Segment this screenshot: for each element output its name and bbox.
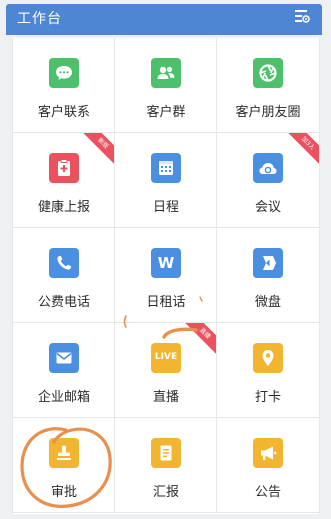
stamp-icon bbox=[49, 438, 79, 468]
app-label: 客户朋友圈 bbox=[235, 105, 301, 120]
app-customer-group[interactable]: 客户群 bbox=[115, 38, 217, 133]
phone-icon bbox=[49, 248, 79, 278]
app-drive[interactable]: 微盘 bbox=[217, 228, 319, 323]
app-grid: 客户联系 客户群 客户朋友圈 新版 健康上报 日程 加3人 会议 公费电话 W … bbox=[12, 38, 320, 514]
megaphone-icon bbox=[253, 438, 283, 468]
app-label: 客户联系 bbox=[37, 105, 90, 120]
app-announcement[interactable]: 公告 bbox=[217, 418, 319, 513]
group-icon bbox=[151, 58, 181, 88]
app-schedule[interactable]: 日程 bbox=[115, 133, 217, 228]
app-health-report[interactable]: 新版 健康上报 bbox=[13, 133, 115, 228]
report-doc-icon bbox=[151, 438, 181, 468]
list-settings-icon[interactable] bbox=[294, 8, 310, 26]
app-label: 微盘 bbox=[254, 295, 281, 310]
app-label: 会议 bbox=[254, 200, 281, 215]
app-approval[interactable]: 审批 bbox=[13, 418, 115, 513]
chat-bubble-icon bbox=[49, 58, 79, 88]
app-label: 健康上报 bbox=[37, 200, 90, 215]
app-label: 日租话 bbox=[146, 295, 186, 310]
app-label: 汇报 bbox=[152, 485, 179, 500]
live-badge: 直播 bbox=[180, 323, 216, 358]
app-public-phone[interactable]: 公费电话 bbox=[13, 228, 115, 323]
w-letter-icon: W bbox=[151, 248, 181, 278]
calendar-icon bbox=[151, 153, 181, 183]
app-label: 直播 bbox=[152, 390, 179, 405]
app-customer-contact[interactable]: 客户联系 bbox=[13, 38, 115, 133]
page-title: 工作台 bbox=[17, 11, 62, 27]
app-customer-moments[interactable]: 客户朋友圈 bbox=[217, 38, 319, 133]
new-badge: 加3人 bbox=[283, 133, 319, 168]
app-meeting[interactable]: 加3人 会议 bbox=[217, 133, 319, 228]
app-label: 公费电话 bbox=[37, 295, 90, 310]
app-label: 打卡 bbox=[254, 390, 281, 405]
live-icon: LIVE bbox=[151, 343, 181, 373]
app-live[interactable]: LIVE 直播 直播 bbox=[115, 323, 217, 418]
app-label: 公告 bbox=[254, 485, 281, 500]
header-bar: 工作台 bbox=[6, 4, 322, 35]
aperture-icon bbox=[253, 58, 283, 88]
app-enterprise-mail[interactable]: 企业邮箱 bbox=[13, 323, 115, 418]
drive-icon bbox=[253, 248, 283, 278]
clipboard-plus-icon bbox=[49, 153, 79, 183]
app-daily-rent-phone[interactable]: W 日租话 bbox=[115, 228, 217, 323]
app-label: 日程 bbox=[152, 200, 179, 215]
app-label: 企业邮箱 bbox=[37, 390, 90, 405]
new-badge: 新版 bbox=[78, 133, 114, 168]
workbench-page: 工作台 客户联系 客户群 客户朋友圈 新版 健康上报 日程 加3人 会议 公费电… bbox=[0, 0, 331, 519]
cloud-meeting-icon bbox=[253, 153, 283, 183]
app-check-in[interactable]: 打卡 bbox=[217, 323, 319, 418]
app-label: 客户群 bbox=[146, 105, 186, 120]
app-report[interactable]: 汇报 bbox=[115, 418, 217, 513]
mail-icon bbox=[49, 343, 79, 373]
app-label: 审批 bbox=[50, 485, 77, 500]
location-pin-icon bbox=[253, 343, 283, 373]
